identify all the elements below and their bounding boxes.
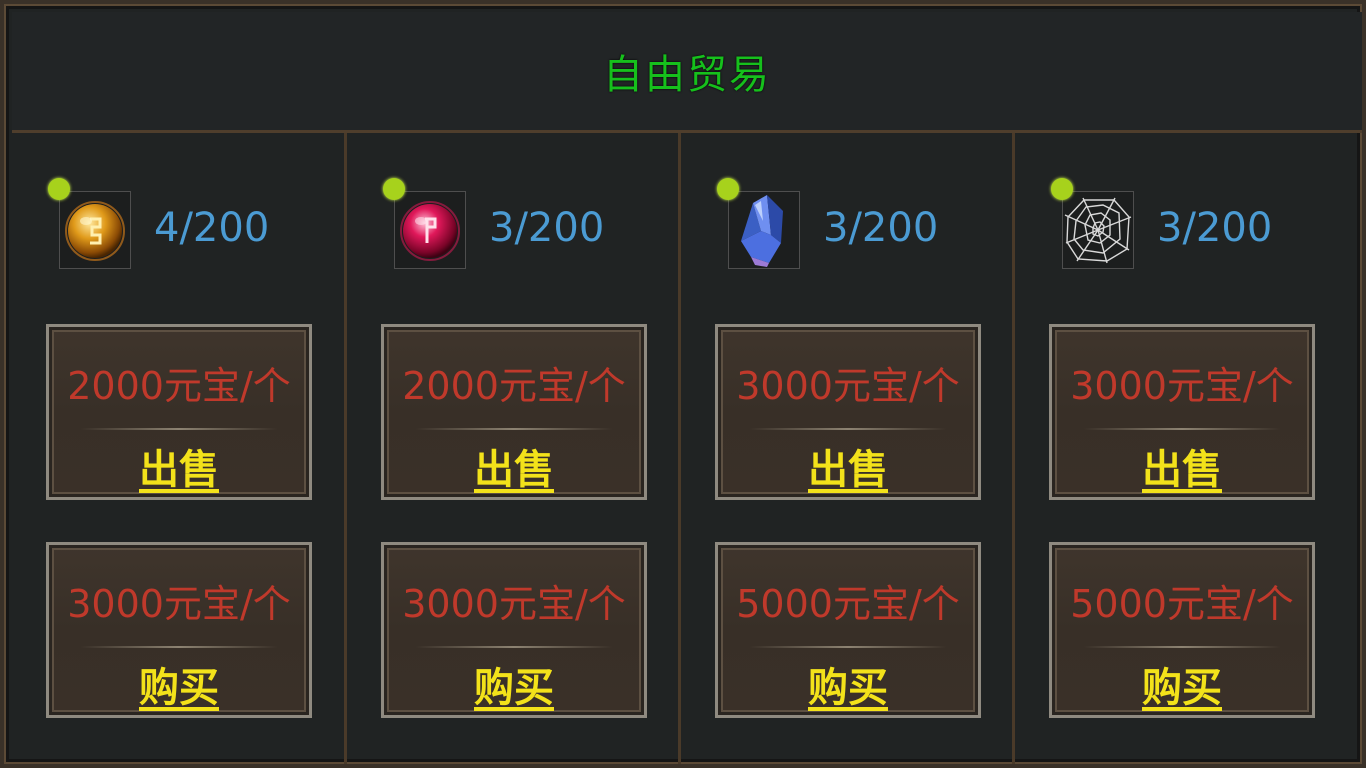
buy-price: 5000元宝/个 [1070,582,1294,626]
divider [750,428,946,430]
trade-column: 3/200 3000元宝/个 出售 5000元宝/个 购买 [681,133,1015,764]
divider [416,646,612,648]
sell-button[interactable]: 2000元宝/个 出售 [46,324,312,500]
status-dot [1051,178,1073,200]
divider [416,428,612,430]
sell-price: 2000元宝/个 [402,364,626,408]
divider [750,646,946,648]
divider [1084,428,1280,430]
item-slot[interactable] [728,191,800,269]
item-count: 3/200 [1157,205,1273,251]
status-dot [383,178,405,200]
item-slot[interactable] [59,191,131,269]
buy-label: 购买 [1142,665,1222,711]
status-dot [48,178,70,200]
trade-panel: 自由贸易 4/200 2000元宝/个 出售 3000元宝/个 购买 3/200… [0,0,1366,768]
divider [1084,646,1280,648]
divider [81,646,277,648]
buy-button[interactable]: 5000元宝/个 购买 [1049,542,1315,718]
buy-button[interactable]: 5000元宝/个 购买 [715,542,981,718]
sell-price: 2000元宝/个 [67,364,291,408]
buy-button[interactable]: 3000元宝/个 购买 [381,542,647,718]
buy-price: 5000元宝/个 [736,582,960,626]
gold-rune-orb-icon [64,197,126,263]
sell-price: 3000元宝/个 [1070,364,1294,408]
sell-button[interactable]: 3000元宝/个 出售 [1049,324,1315,500]
spider-web-icon [1063,195,1133,265]
sell-label: 出售 [1142,447,1222,493]
item-count: 3/200 [823,205,939,251]
item-slot[interactable] [394,191,466,269]
item-slot[interactable] [1062,191,1134,269]
sell-button[interactable]: 2000元宝/个 出售 [381,324,647,500]
red-rune-orb-icon [399,197,461,263]
status-dot [717,178,739,200]
sell-button[interactable]: 3000元宝/个 出售 [715,324,981,500]
item-count: 4/200 [154,205,270,251]
panel-header: 自由贸易 [12,12,1362,133]
item-count: 3/200 [489,205,605,251]
buy-label: 购买 [808,665,888,711]
buy-label: 购买 [474,665,554,711]
trade-columns: 4/200 2000元宝/个 出售 3000元宝/个 购买 3/200 2000… [12,133,1362,764]
sell-price: 3000元宝/个 [736,364,960,408]
trade-column: 4/200 2000元宝/个 出售 3000元宝/个 购买 [12,133,347,764]
sell-label: 出售 [474,447,554,493]
trade-column: 3/200 2000元宝/个 出售 3000元宝/个 购买 [347,133,681,764]
sell-label: 出售 [139,447,219,493]
sell-label: 出售 [808,447,888,493]
buy-label: 购买 [139,665,219,711]
buy-price: 3000元宝/个 [67,582,291,626]
panel-title: 自由贸易 [603,52,771,98]
trade-column: 3/200 3000元宝/个 出售 5000元宝/个 购买 [1015,133,1362,764]
blue-crystal-icon [731,191,797,269]
divider [81,428,277,430]
buy-price: 3000元宝/个 [402,582,626,626]
buy-button[interactable]: 3000元宝/个 购买 [46,542,312,718]
